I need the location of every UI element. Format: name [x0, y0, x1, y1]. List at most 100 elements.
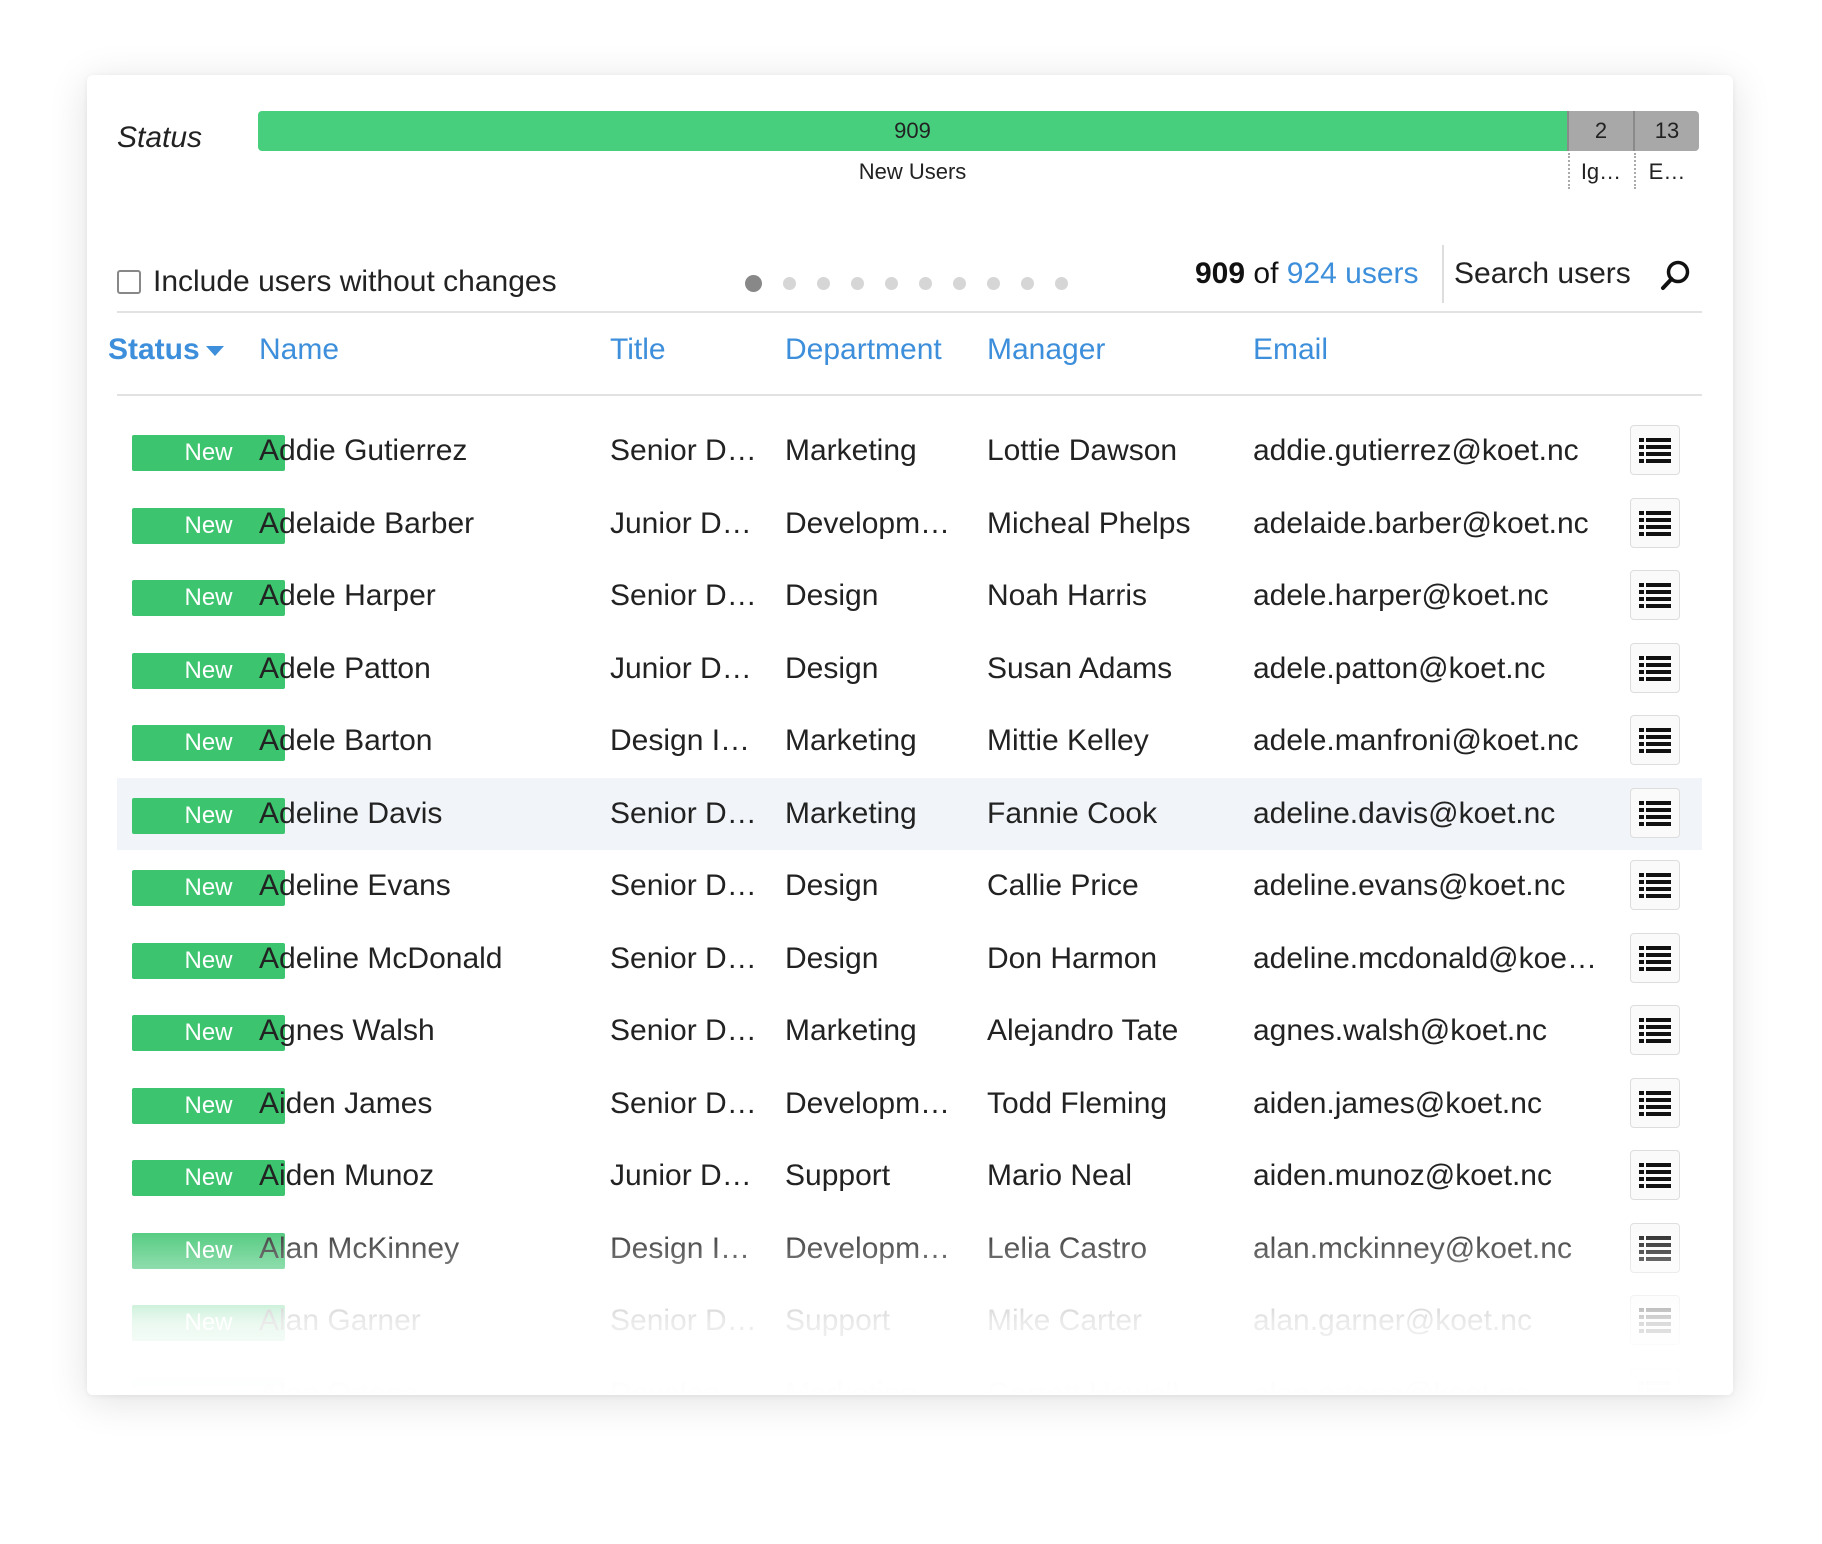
user-count: 909 of 924 users	[1195, 257, 1419, 291]
users-table-body: New Addie Gutierrez Senior D… Marketing …	[117, 415, 1702, 1395]
row-details-button[interactable]	[1630, 1077, 1680, 1128]
table-row[interactable]: New Aiden James Senior D… Developm… Todd…	[117, 1068, 1702, 1141]
status-segment-errors[interactable]: 13	[1633, 111, 1699, 151]
table-row[interactable]: New Adele Barton Design I… Marketing Mit…	[117, 705, 1702, 778]
user-manager: Don Harmon	[987, 941, 1158, 975]
user-title: Senior D…	[610, 869, 757, 903]
page-dot[interactable]	[745, 275, 762, 292]
column-header-status[interactable]: Status	[108, 333, 224, 367]
page-dot[interactable]	[851, 277, 864, 290]
row-details-button[interactable]	[1630, 932, 1680, 983]
search-input[interactable]	[1452, 251, 1656, 297]
page-dot[interactable]	[885, 277, 898, 290]
row-details-button[interactable]	[1630, 1222, 1680, 1273]
row-details-button[interactable]	[1630, 715, 1680, 765]
user-manager: Callie Price	[987, 869, 1139, 903]
row-details-button[interactable]	[1630, 1005, 1680, 1055]
user-title: Design I…	[610, 724, 751, 758]
table-row[interactable]: New Adelaide Barber Junior D… Developm… …	[117, 488, 1702, 561]
table-row[interactable]: New Aiden Munoz Junior D… Support Mario …	[117, 1140, 1702, 1213]
table-row[interactable]: New Adeline Davis Senior D… Marketing Fa…	[117, 777, 1702, 850]
include-unchanged-toggle[interactable]: Include users without changes	[117, 265, 557, 299]
table-row[interactable]: New Addie Gutierrez Senior D… Marketing …	[117, 415, 1702, 488]
list-icon	[1639, 510, 1671, 536]
sort-desc-icon	[205, 346, 224, 357]
user-title: Senior D…	[610, 1014, 757, 1048]
column-header-manager[interactable]: Manager	[987, 333, 1105, 367]
user-department: Design	[785, 941, 879, 975]
row-details-button[interactable]	[1630, 860, 1680, 910]
user-department: Marketing	[785, 1376, 917, 1395]
user-email: adeline.davis@koet.nc	[1253, 796, 1556, 830]
column-header-name[interactable]: Name	[259, 333, 339, 367]
user-manager: Garrett Howell	[987, 1376, 1179, 1395]
user-manager: Lelia Castro	[987, 1231, 1148, 1265]
row-details-button[interactable]	[1630, 497, 1680, 548]
list-icon	[1639, 873, 1671, 898]
user-manager: Noah Harris	[987, 579, 1148, 613]
page-dot[interactable]	[987, 277, 1000, 290]
row-details-button[interactable]	[1630, 1295, 1680, 1345]
user-title: Develop…	[610, 1376, 751, 1395]
row-details-button[interactable]	[1630, 1367, 1680, 1395]
user-name: Alan Ortega	[259, 1376, 420, 1395]
user-name: Adele Barton	[259, 724, 433, 758]
user-email: alan.garner@koet.nc	[1253, 1304, 1532, 1338]
total-users-link[interactable]: 924 users	[1287, 257, 1419, 290]
table-row[interactable]: New Adeline McDonald Senior D… Design Do…	[117, 923, 1702, 996]
search-divider	[1442, 245, 1444, 303]
user-department: Marketing	[785, 434, 917, 468]
status-segment-count: 909	[894, 118, 931, 143]
user-department: Support	[785, 1159, 891, 1193]
user-title: Senior D…	[610, 434, 757, 468]
user-email: adeline.mcdonald@koe…	[1253, 941, 1597, 975]
user-title: Design I…	[610, 1231, 751, 1265]
table-row[interactable]: New Alan Garner Senior D… Support Mike C…	[117, 1285, 1702, 1358]
user-email: adele.harper@koet.nc	[1253, 579, 1549, 613]
column-header-title[interactable]: Title	[610, 333, 666, 367]
page-dot[interactable]	[953, 277, 966, 290]
user-name: Aiden Munoz	[259, 1159, 435, 1193]
divider	[117, 311, 1702, 313]
row-details-button[interactable]	[1630, 425, 1680, 475]
column-header-department[interactable]: Department	[785, 333, 942, 367]
row-details-button[interactable]	[1630, 642, 1680, 693]
table-row[interactable]: New Adeline Evans Senior D… Design Calli…	[117, 850, 1702, 923]
page-dot[interactable]	[1021, 277, 1034, 290]
user-email: aiden.munoz@koet.nc	[1253, 1159, 1552, 1193]
table-row[interactable]: New Adele Patton Junior D… Design Susan …	[117, 633, 1702, 706]
user-name: Adeline Evans	[259, 869, 451, 903]
table-row[interactable]: New Agnes Walsh Senior D… Marketing Alej…	[117, 995, 1702, 1068]
user-name: Addie Gutierrez	[259, 434, 468, 468]
row-details-button[interactable]	[1630, 787, 1680, 838]
column-header-email[interactable]: Email	[1253, 333, 1328, 367]
user-name: Adele Harper	[259, 579, 436, 613]
include-unchanged-checkbox[interactable]	[117, 270, 141, 294]
user-email: agnes.walsh@koet.nc	[1253, 1014, 1547, 1048]
user-manager: Todd Fleming	[987, 1086, 1168, 1120]
user-department: Marketing	[785, 724, 917, 758]
user-department: Developm…	[785, 1086, 951, 1120]
row-details-button[interactable]	[1630, 570, 1680, 620]
status-segment-new-users[interactable]: 909	[258, 111, 1567, 151]
list-icon	[1639, 1090, 1671, 1116]
user-title: Senior D…	[610, 579, 757, 613]
table-row[interactable]: New Alan McKinney Design I… Developm… Le…	[117, 1213, 1702, 1286]
status-segment-label: New Users	[858, 159, 967, 184]
page-dot[interactable]	[783, 277, 796, 290]
list-icon	[1639, 438, 1671, 463]
table-row[interactable]: New Alan Ortega Develop… Marketing Garre…	[117, 1358, 1702, 1395]
page-dot[interactable]	[1055, 277, 1068, 290]
count-of: of	[1253, 257, 1279, 290]
list-icon	[1639, 1163, 1671, 1188]
user-department: Design	[785, 651, 879, 685]
search-icon[interactable]	[1659, 258, 1693, 292]
user-title: Junior D…	[610, 651, 752, 685]
status-segment-ignored[interactable]: 2	[1567, 111, 1633, 151]
user-manager: Mike Carter	[987, 1304, 1143, 1338]
table-row[interactable]: New Adele Harper Senior D… Design Noah H…	[117, 560, 1702, 633]
user-title: Senior D…	[610, 941, 757, 975]
row-details-button[interactable]	[1630, 1150, 1680, 1200]
page-dot[interactable]	[817, 277, 830, 290]
page-dot[interactable]	[919, 277, 932, 290]
